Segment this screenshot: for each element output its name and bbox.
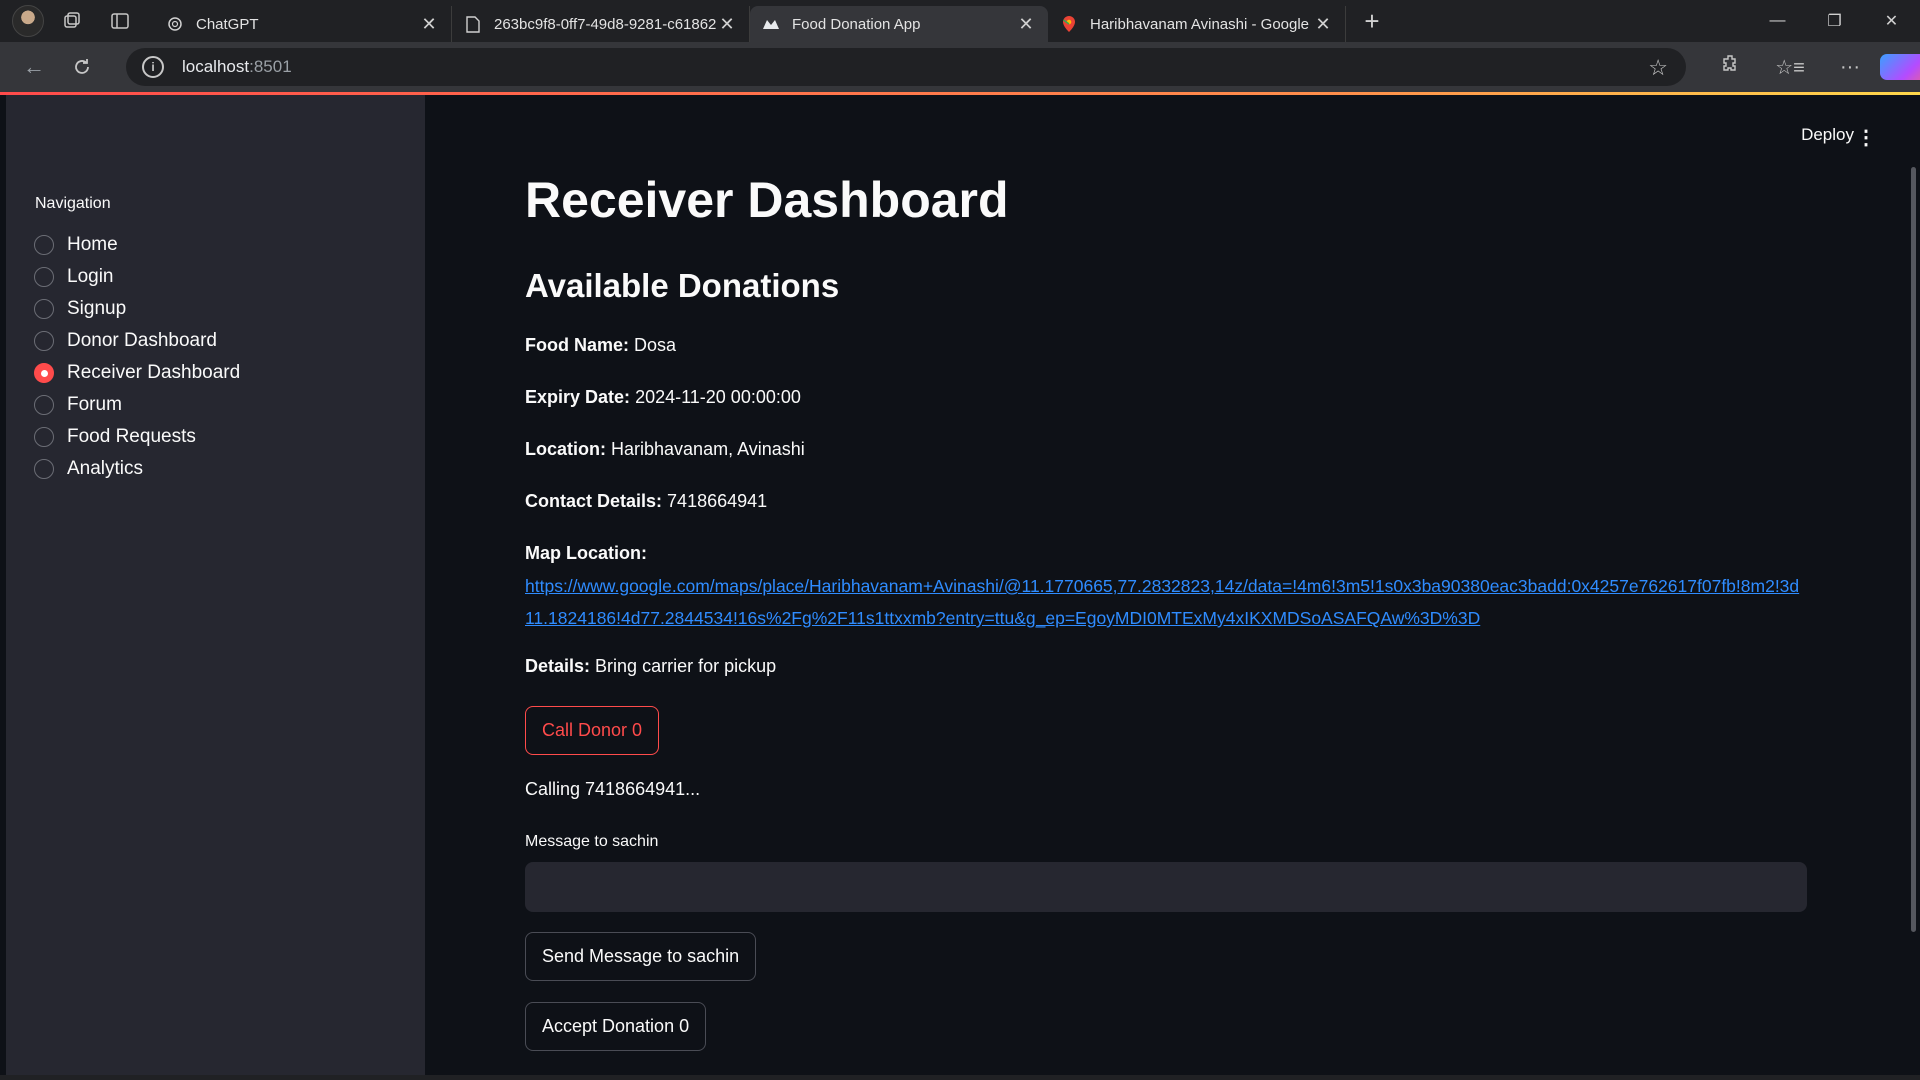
section-title: Available Donations bbox=[525, 267, 840, 304]
tab-title: ChatGPT bbox=[196, 15, 259, 33]
chatgpt-icon bbox=[166, 15, 184, 33]
contact-details-field: Contact Details: 7418664941 bbox=[525, 491, 767, 512]
close-tab-icon[interactable]: ✕ bbox=[1016, 14, 1036, 35]
calling-status: Calling 7418664941... bbox=[525, 779, 701, 799]
nav-item-label: Login bbox=[67, 266, 114, 287]
map-location-label: Map Location: bbox=[525, 543, 647, 563]
copilot-icon[interactable] bbox=[1880, 54, 1920, 80]
details-field: Details: Bring carrier for pickup bbox=[525, 656, 776, 677]
food-name-value: Dosa bbox=[634, 335, 677, 355]
tab-title: Food Donation App bbox=[792, 15, 921, 33]
tab-bar-left bbox=[0, 0, 140, 42]
nav-item-home[interactable]: Home bbox=[34, 229, 240, 261]
expiry-date-value: 2024-11-20 00:00:00 bbox=[635, 387, 801, 407]
close-tab-icon[interactable]: ✕ bbox=[717, 14, 737, 35]
document-icon bbox=[464, 15, 482, 33]
url-input[interactable]: i localhost:8501 ☆ bbox=[126, 48, 1686, 86]
close-tab-icon[interactable]: ✕ bbox=[1313, 14, 1333, 35]
tab-document[interactable]: 263bc9f8-0ff7-49d8-9281-c61862 ✕ bbox=[452, 6, 750, 42]
tab-google-maps[interactable]: Haribhavanam Avinashi - Google ✕ bbox=[1048, 6, 1346, 42]
nav-item-forum[interactable]: Forum bbox=[34, 389, 240, 421]
nav-item-donor-dashboard[interactable]: Donor Dashboard bbox=[34, 325, 240, 357]
address-bar: ← i localhost:8501 ☆ ☆≡ ··· bbox=[0, 42, 1920, 92]
window-controls: — ❐ ✕ bbox=[1749, 0, 1920, 42]
url-port: :8501 bbox=[249, 57, 292, 76]
favorite-star-icon[interactable]: ☆ bbox=[1648, 55, 1668, 81]
nav-item-label: Signup bbox=[67, 298, 127, 319]
nav-item-food-requests[interactable]: Food Requests bbox=[34, 421, 240, 453]
radio-button[interactable] bbox=[34, 459, 54, 479]
nav-item-label: Donor Dashboard bbox=[67, 330, 217, 351]
main-content: Deploy ⋮ Receiver Dashboard Available Do… bbox=[425, 95, 1920, 1075]
map-location-field: Map Location: bbox=[525, 543, 647, 564]
details-value: Bring carrier for pickup bbox=[595, 656, 777, 676]
nav-item-label: Forum bbox=[67, 394, 122, 415]
details-label: Details: bbox=[525, 656, 591, 676]
page-title: Receiver Dashboard bbox=[525, 172, 1009, 228]
food-name-field: Food Name: Dosa bbox=[525, 335, 676, 356]
restore-icon[interactable]: ❐ bbox=[1806, 0, 1863, 42]
accept-donation-button[interactable]: Accept Donation 0 bbox=[525, 1002, 707, 1051]
deploy-button[interactable]: Deploy bbox=[1801, 125, 1854, 145]
tab-food-donation-app[interactable]: Food Donation App ✕ bbox=[750, 6, 1048, 42]
nav-item-signup[interactable]: Signup bbox=[34, 293, 240, 325]
favorites-icon[interactable]: ☆≡ bbox=[1760, 55, 1820, 80]
more-options-icon[interactable]: ··· bbox=[1820, 56, 1880, 79]
new-tab-icon[interactable]: + bbox=[1352, 6, 1392, 37]
main-menu-icon[interactable]: ⋮ bbox=[1856, 125, 1876, 150]
expiry-date-label: Expiry Date: bbox=[525, 387, 631, 407]
nav-item-receiver-dashboard[interactable]: Receiver Dashboard bbox=[34, 357, 240, 389]
send-message-button[interactable]: Send Message to sachin bbox=[525, 932, 757, 981]
navigation-title: Navigation bbox=[35, 195, 111, 212]
location-label: Location: bbox=[525, 439, 606, 459]
nav-item-label: Receiver Dashboard bbox=[67, 362, 241, 383]
scrollbar[interactable] bbox=[1911, 167, 1916, 932]
extensions-icon[interactable] bbox=[1700, 54, 1760, 80]
nav-item-label: Home bbox=[67, 234, 118, 255]
radio-button[interactable] bbox=[34, 267, 54, 287]
back-icon[interactable]: ← bbox=[10, 47, 58, 87]
radio-button[interactable] bbox=[34, 235, 54, 255]
expiry-date-field: Expiry Date: 2024-11-20 00:00:00 bbox=[525, 387, 801, 408]
google-maps-icon bbox=[1060, 15, 1078, 33]
workspaces-icon[interactable] bbox=[52, 5, 92, 37]
browser-tab-bar: ChatGPT ✕ 263bc9f8-0ff7-49d8-9281-c61862… bbox=[0, 0, 1920, 42]
tab-chatgpt[interactable]: ChatGPT ✕ bbox=[154, 6, 452, 42]
nav-item-login[interactable]: Login bbox=[34, 261, 240, 293]
food-name-label: Food Name: bbox=[525, 335, 630, 355]
close-window-icon[interactable]: ✕ bbox=[1863, 0, 1920, 42]
map-location-link[interactable]: https://www.google.com/maps/place/Haribh… bbox=[525, 570, 1807, 634]
vertical-tabs-icon[interactable] bbox=[100, 5, 140, 37]
radio-button[interactable] bbox=[34, 395, 54, 415]
url-text: localhost:8501 bbox=[182, 57, 292, 77]
toolbar-icons: ☆≡ ··· bbox=[1700, 42, 1920, 92]
call-donor-button[interactable]: Call Donor 0 bbox=[525, 706, 660, 755]
radio-button-selected[interactable] bbox=[34, 363, 54, 383]
window-bottom-edge bbox=[0, 1075, 1920, 1080]
message-input[interactable] bbox=[525, 862, 1807, 912]
contact-details-value: 7418664941 bbox=[667, 491, 768, 511]
navigation-radio-group: Home Login Signup Donor Dashboard Receiv… bbox=[34, 229, 240, 485]
location-field: Location: Haribhavanam, Avinashi bbox=[525, 439, 805, 460]
site-info-icon[interactable]: i bbox=[142, 56, 164, 78]
nav-item-label: Food Requests bbox=[67, 426, 196, 447]
streamlit-icon bbox=[762, 15, 780, 33]
radio-button[interactable] bbox=[34, 427, 54, 447]
reload-icon[interactable] bbox=[58, 47, 106, 87]
nav-item-analytics[interactable]: Analytics bbox=[34, 453, 240, 485]
profile-avatar[interactable] bbox=[12, 5, 44, 37]
close-tab-icon[interactable]: ✕ bbox=[419, 14, 439, 35]
tab-title: 263bc9f8-0ff7-49d8-9281-c61862 bbox=[494, 15, 717, 33]
contact-details-label: Contact Details: bbox=[525, 491, 663, 511]
minimize-icon[interactable]: — bbox=[1749, 0, 1806, 42]
message-field-label: Message to sachin bbox=[525, 833, 659, 850]
radio-button[interactable] bbox=[34, 299, 54, 319]
nav-item-label: Analytics bbox=[67, 458, 144, 479]
tab-title: Haribhavanam Avinashi - Google bbox=[1090, 15, 1310, 33]
sidebar: Navigation Home Login Signup Donor Dashb… bbox=[6, 95, 425, 1075]
url-host: localhost bbox=[182, 57, 250, 76]
radio-button[interactable] bbox=[34, 331, 54, 351]
location-value: Haribhavanam, Avinashi bbox=[611, 439, 805, 459]
